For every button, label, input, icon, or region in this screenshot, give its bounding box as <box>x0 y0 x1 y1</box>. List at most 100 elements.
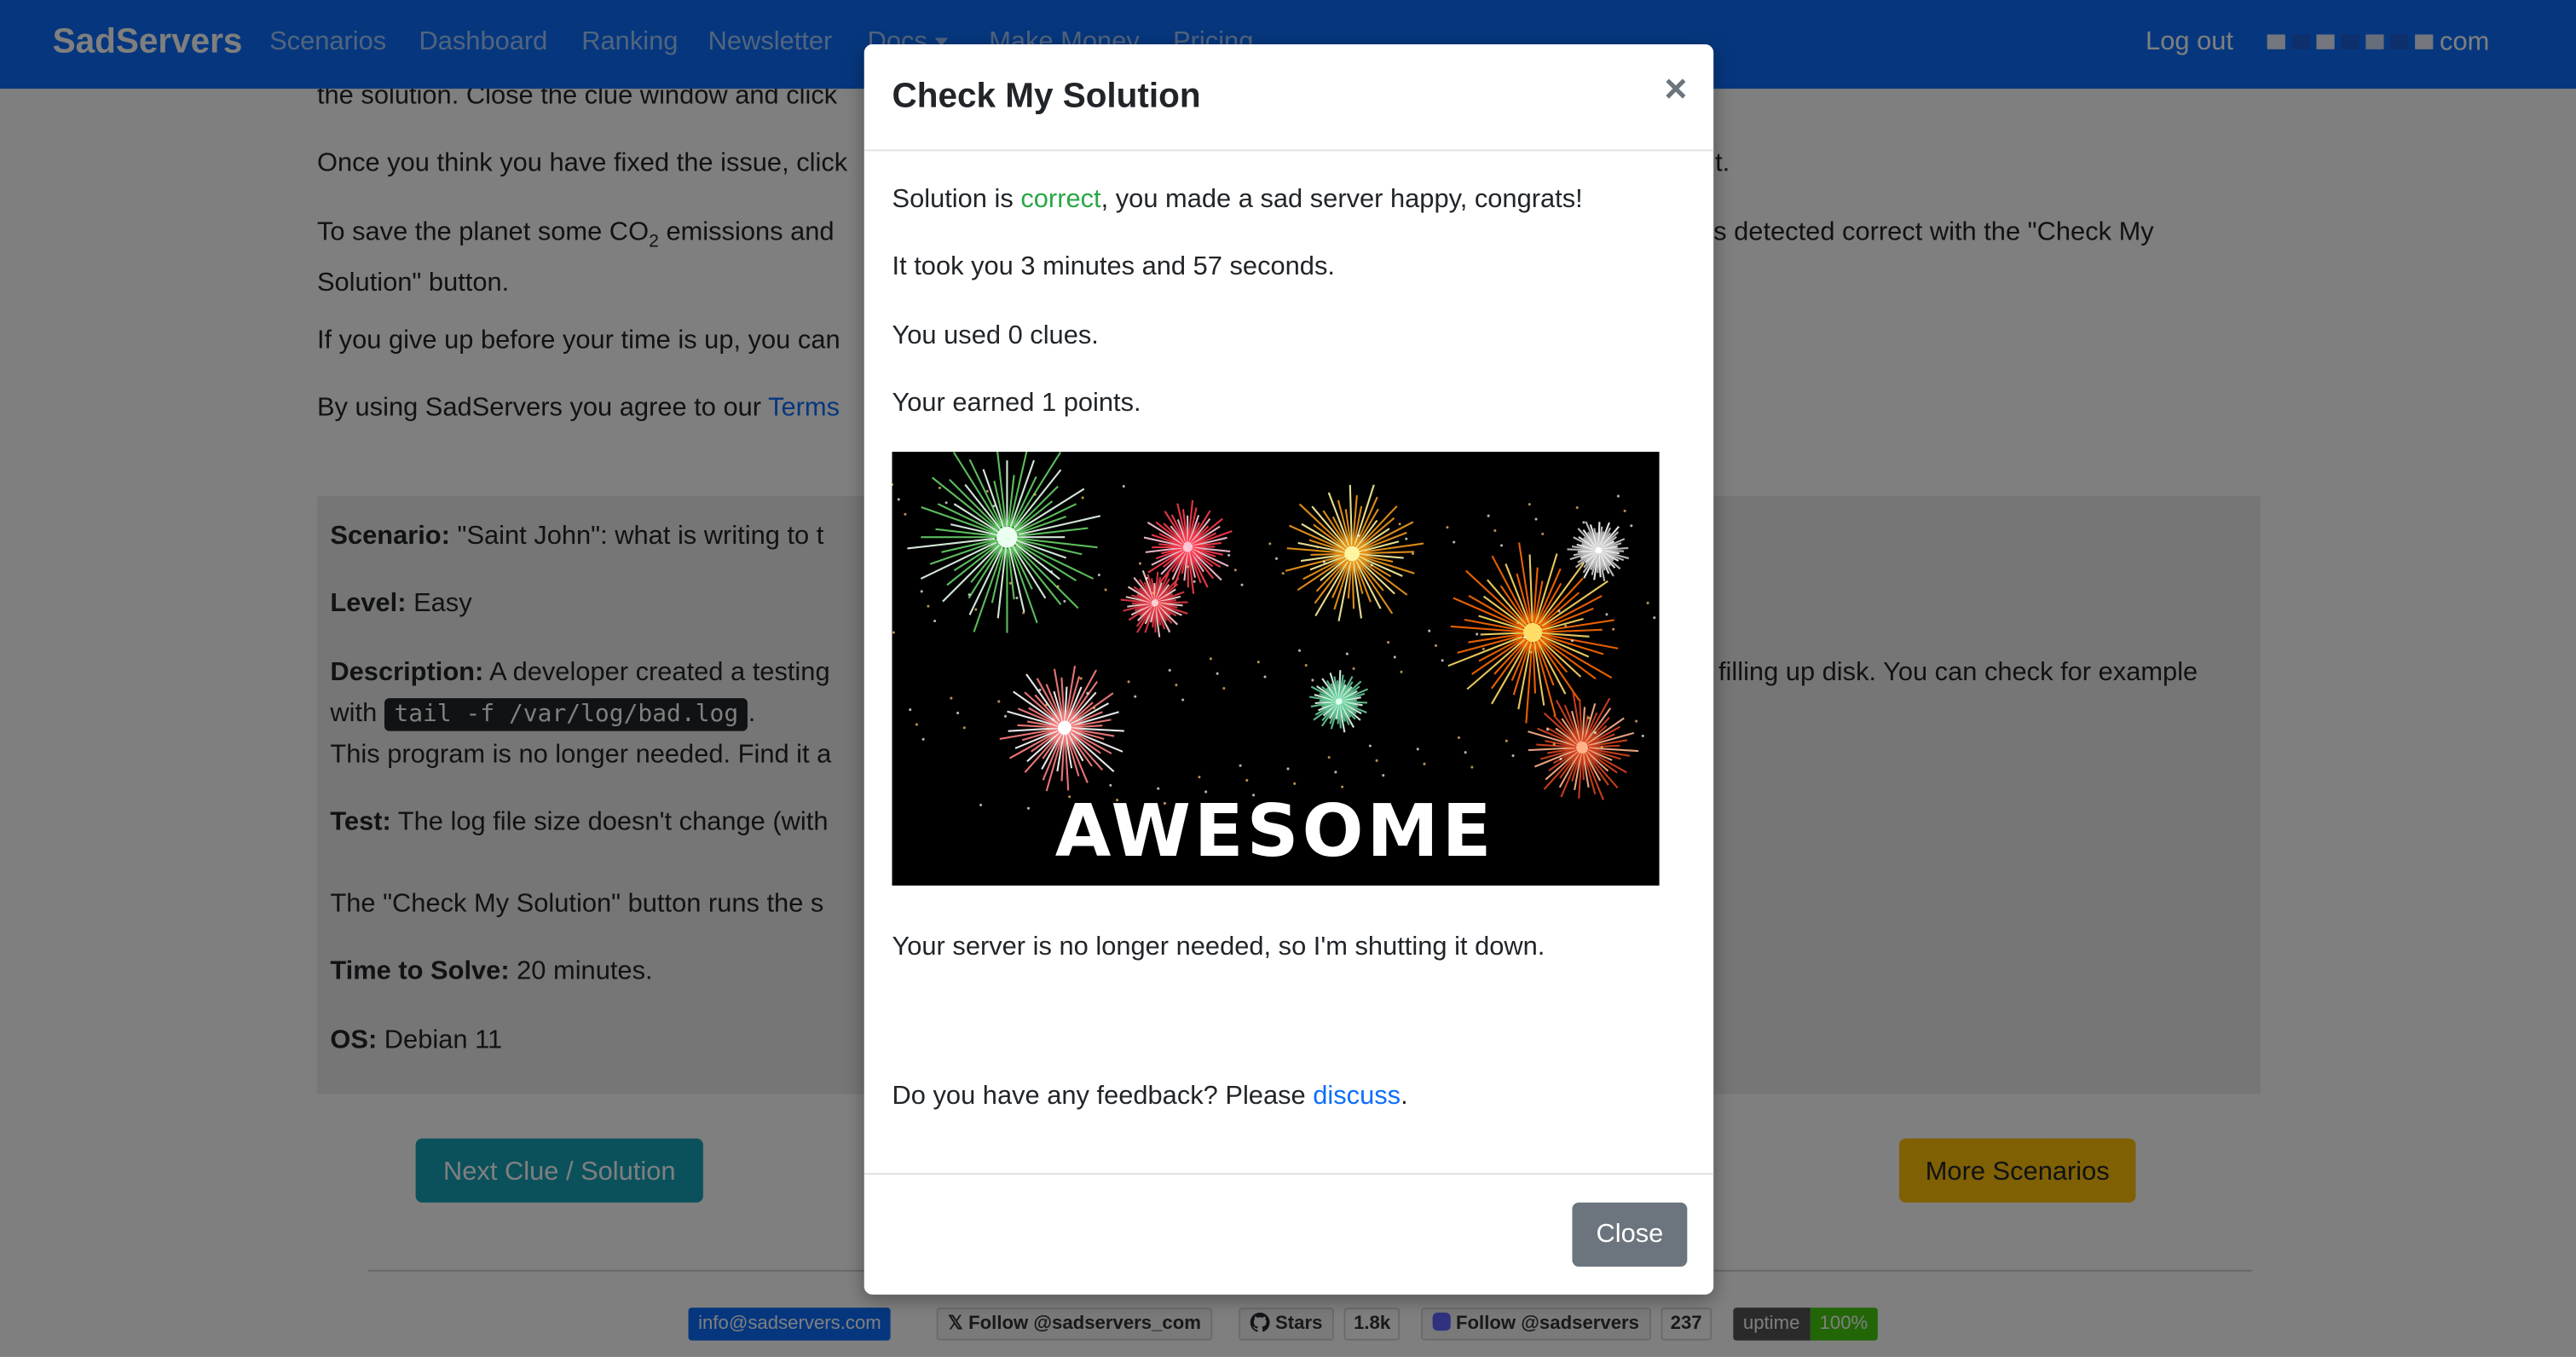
firework-glitter <box>1293 782 1297 785</box>
firework-glitter <box>1168 668 1171 672</box>
firework-core <box>1576 741 1588 754</box>
firework-glitter <box>1239 764 1242 767</box>
firework-glitter <box>979 803 983 806</box>
firework-core <box>1057 720 1071 735</box>
firework-glitter <box>1045 703 1048 707</box>
firework-glitter <box>974 608 978 611</box>
discuss-link[interactable]: discuss <box>1313 1083 1401 1111</box>
check-solution-modal: Check My Solution × Solution is correct,… <box>863 44 1714 1295</box>
firework-glitter <box>1233 569 1237 572</box>
firework-glitter <box>1222 686 1226 690</box>
firework-glitter <box>1605 613 1609 616</box>
firework-glitter <box>1505 739 1508 742</box>
firework-glitter <box>1600 746 1603 749</box>
firework-glitter <box>997 700 1001 703</box>
firework-glitter <box>967 593 971 597</box>
firework-glitter <box>1653 616 1656 620</box>
firework-glitter <box>1311 678 1314 682</box>
firework-glitter <box>1557 609 1561 613</box>
firework-glitter <box>1582 521 1585 524</box>
firework-core <box>1151 599 1159 607</box>
firework-glitter <box>1245 778 1249 782</box>
time-taken-line: It took you 3 minutes and 57 seconds. <box>892 252 1335 281</box>
firework-glitter <box>1334 771 1337 774</box>
firework-glitter <box>1227 553 1231 557</box>
firework-glitter <box>1570 639 1574 643</box>
firework-glitter <box>1423 762 1426 765</box>
firework-glitter <box>1274 557 1279 560</box>
firework-glitter <box>1209 657 1212 661</box>
firework-glitter <box>1382 774 1385 777</box>
fireworks-image: AWESOME <box>892 452 1660 886</box>
firework-glitter <box>1186 565 1189 569</box>
firework-glitter <box>1616 494 1620 498</box>
firework-glitter <box>1081 496 1084 499</box>
firework-glitter <box>950 696 953 700</box>
firework-glitter <box>1286 767 1290 771</box>
modal-title: Check My Solution <box>892 77 1201 115</box>
firework-glitter <box>920 590 923 593</box>
firework-spark <box>1310 552 1348 556</box>
firework-glitter <box>1181 698 1185 702</box>
firework-glitter <box>1545 728 1550 731</box>
firework-glitter <box>1593 731 1597 735</box>
firework-glitter <box>1434 644 1438 647</box>
firework-glitter <box>1193 580 1196 583</box>
modal-header-divider <box>863 149 1714 152</box>
firework-glitter <box>1511 754 1515 758</box>
firework-glitter <box>1327 755 1331 759</box>
firework-glitter <box>1008 581 1012 585</box>
firework-glitter <box>1428 629 1431 632</box>
firework-glitter <box>1646 601 1649 604</box>
firework-glitter <box>1322 560 1326 563</box>
firework-glitter <box>985 489 989 493</box>
firework-glitter <box>1079 677 1083 680</box>
firework-glitter <box>1612 627 1615 631</box>
firework-core <box>1335 698 1343 705</box>
firework-glitter <box>1370 563 1373 567</box>
firework-glitter <box>1393 655 1396 659</box>
firework-glitter <box>1127 680 1130 684</box>
firework-glitter <box>1281 572 1285 575</box>
firework-glitter <box>1268 542 1272 546</box>
firework-glitter <box>1476 632 1479 636</box>
firework-glitter <box>1240 583 1244 586</box>
correct-status: correct <box>1020 185 1101 214</box>
firework-glitter <box>956 711 960 714</box>
firework-glitter <box>904 512 907 516</box>
firework-glitter <box>1139 562 1142 565</box>
firework-glitter <box>1304 664 1308 667</box>
firework-glitter <box>1263 675 1267 678</box>
firework-glitter <box>1134 695 1137 698</box>
firework-glitter <box>1529 650 1533 654</box>
firework-glitter <box>1003 714 1008 718</box>
firework-glitter <box>1411 551 1415 556</box>
firework-glitter <box>944 501 948 505</box>
close-icon[interactable]: × <box>1664 70 1687 110</box>
result-text-b: , you made a sad server happy, congrats! <box>1100 185 1583 214</box>
firework-glitter <box>1216 672 1219 675</box>
firework-glitter <box>1104 588 1107 592</box>
firework-spark <box>1597 552 1600 574</box>
firework-glitter <box>1457 736 1460 739</box>
firework-glitter <box>1049 570 1054 574</box>
firework-glitter <box>1015 596 1019 600</box>
firework-glitter <box>1630 524 1633 528</box>
firework-glitter <box>1026 806 1031 810</box>
firework-glitter <box>897 498 900 501</box>
firework-glitter <box>927 604 930 608</box>
firework-glitter <box>1345 652 1349 655</box>
firework-core <box>1182 542 1193 552</box>
firework-glitter <box>933 619 937 623</box>
firework-glitter <box>1500 544 1504 547</box>
firework-glitter <box>1398 523 1401 526</box>
firework-glitter <box>1564 624 1568 627</box>
firework-glitter <box>1364 549 1367 552</box>
firework-glitter <box>1481 647 1485 650</box>
firework-glitter <box>1122 484 1125 488</box>
firework-glitter <box>1453 540 1456 544</box>
result-line: Solution is correct, you made a sad serv… <box>892 181 1681 220</box>
firework-core <box>1595 546 1603 554</box>
close-button[interactable]: Close <box>1572 1202 1688 1267</box>
firework-glitter <box>1623 509 1626 512</box>
